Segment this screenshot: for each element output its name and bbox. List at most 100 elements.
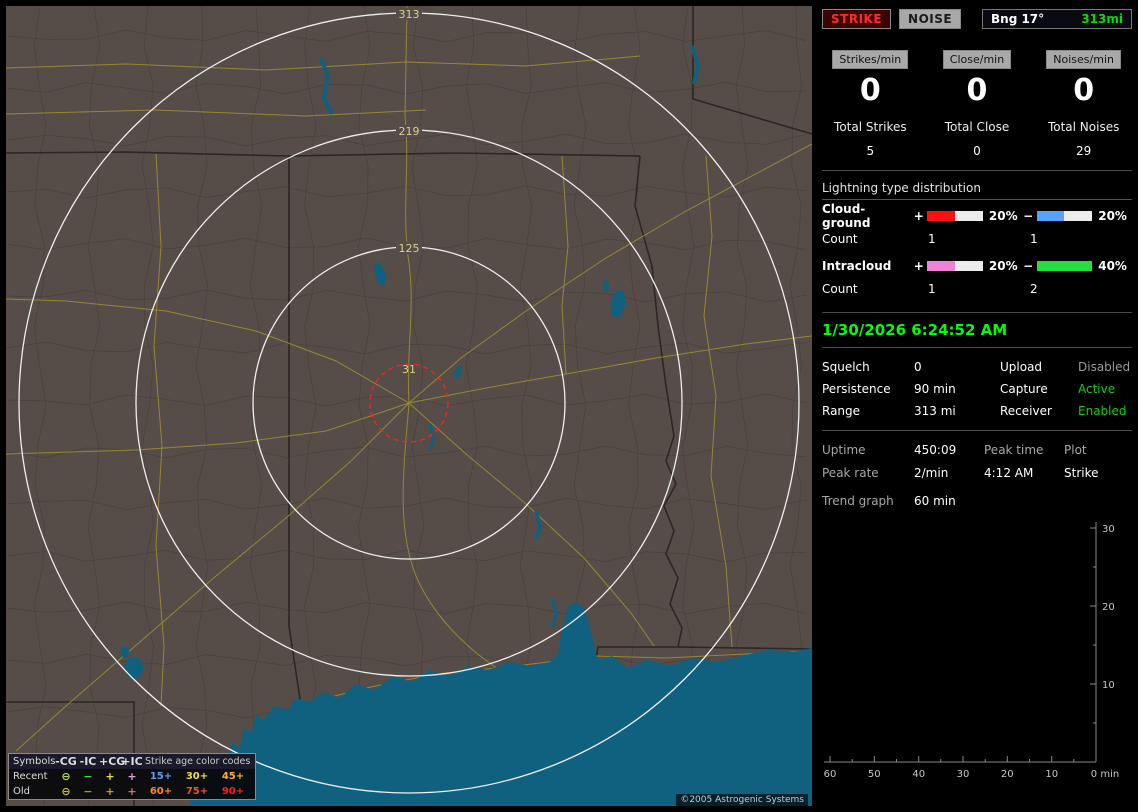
upload-status: Disabled	[1078, 360, 1131, 374]
noise-tab[interactable]: NOISE	[899, 9, 962, 29]
app-window: 313 219 125 31 Symbols -CG -IC +CG +IC S…	[0, 0, 1138, 812]
y-tick-20: 20	[1102, 602, 1115, 613]
recent-ncg-symbol: ⊖	[61, 770, 71, 783]
y-tick-30: 30	[1102, 524, 1115, 535]
ic-minus-bar-fill	[1036, 261, 1093, 271]
current-datetime: 1/30/2026 6:24:52 AM	[822, 321, 1008, 339]
age-code-75: 75+	[185, 786, 209, 797]
noises-per-min-header: Noises/min	[1046, 50, 1121, 69]
status-grid: Squelch 0 Upload Disabled Persistence 90…	[822, 360, 1132, 418]
cg-minus-bar	[1036, 211, 1093, 221]
noises-per-min-column: Noises/min 0 Total Noises 29	[1035, 50, 1132, 158]
control-panel: STRIKE NOISE Bng 17° 313mi Strikes/min 0…	[822, 8, 1132, 789]
distribution-title: Lightning type distribution	[822, 181, 1132, 200]
cg-plus-bar	[927, 211, 983, 221]
legend-recent-label: Recent	[13, 771, 48, 782]
cloud-ground-row: Cloud-ground + 20% − 20%	[822, 202, 1132, 230]
cg-plus-bar-fill	[927, 211, 956, 221]
age-code-60: 60+	[149, 786, 173, 797]
squelch-value: 0	[914, 360, 922, 374]
receiver-label: Receiver	[1000, 404, 1052, 418]
capture-status: Active	[1078, 382, 1116, 396]
cloud-ground-count-row: Count 1 1	[822, 228, 1132, 250]
capture-label: Capture	[1000, 382, 1048, 396]
recent-nic-symbol: −	[83, 770, 93, 783]
plot-label: Plot	[1064, 443, 1087, 457]
trend-graph-row: Trend graph 60 min	[822, 494, 1132, 508]
strikes-per-min-value: 0	[859, 73, 881, 108]
peak-time-value: 4:12 AM	[984, 466, 1034, 480]
upload-label: Upload	[1000, 360, 1043, 374]
y-tick-10: 10	[1102, 680, 1115, 691]
legend-col-pcg: +CG	[99, 755, 126, 768]
cg-minus-count: 1	[1030, 232, 1038, 246]
ring-label-31: 31	[402, 363, 416, 376]
separator	[822, 430, 1132, 431]
cg-plus-count: 1	[928, 232, 936, 246]
map-legend: Symbols -CG -IC +CG +IC Strike age color…	[8, 753, 256, 800]
recent-pcg-symbol: +	[105, 770, 115, 783]
peak-rate-label: Peak rate	[822, 466, 879, 480]
x-tick-10: 10	[1045, 769, 1058, 780]
range-setting-value: 313 mi	[914, 404, 956, 418]
strikes-per-min-column: Strikes/min 0 Total Strikes 5	[822, 50, 919, 158]
ring-label-313: 313	[399, 8, 420, 21]
lightning-map[interactable]: 313 219 125 31 Symbols -CG -IC +CG +IC S…	[6, 6, 812, 806]
cg-minus-percent: 20%	[1098, 209, 1127, 223]
old-nic-symbol: −	[83, 785, 93, 798]
age-code-45: 45+	[221, 771, 245, 782]
age-code-30: 30+	[185, 771, 209, 782]
recent-pic-symbol: +	[127, 770, 137, 783]
legend-symbols-header: Symbols	[13, 756, 56, 767]
squelch-label: Squelch	[822, 360, 870, 374]
peak-time-label: Peak time	[984, 443, 1044, 457]
ic-plus-percent: 20%	[988, 259, 1018, 273]
ring-label-125: 125	[399, 242, 420, 255]
plus-sign: +	[913, 259, 924, 273]
noises-per-min-value: 0	[1073, 73, 1095, 108]
total-close-label: Total Close	[944, 120, 1010, 134]
total-strikes-value: 5	[866, 144, 875, 158]
old-pic-symbol: +	[127, 785, 137, 798]
cg-minus-bar-fill	[1036, 211, 1065, 221]
x-tick-0min: 0 min	[1091, 769, 1119, 780]
old-pcg-symbol: +	[105, 785, 115, 798]
map-canvas: 313 219 125 31	[6, 6, 812, 806]
age-code-90: 90+	[221, 786, 245, 797]
strikes-per-min-header: Strikes/min	[832, 50, 909, 69]
bearing-value: Bng 17°	[991, 12, 1045, 26]
x-tick-40: 40	[912, 769, 925, 780]
ic-plus-count: 1	[928, 282, 936, 296]
ic-minus-bar	[1036, 261, 1093, 271]
cloud-ground-label: Cloud-ground	[822, 202, 871, 230]
close-per-min-value: 0	[966, 73, 988, 108]
range-label: Range	[822, 404, 861, 418]
peak-rate-value: 2/min	[914, 466, 949, 480]
x-tick-60: 60	[824, 769, 837, 780]
intracloud-row: Intracloud + 20% − 40%	[822, 254, 1132, 278]
intracloud-count-row: Count 1 2	[822, 278, 1132, 300]
ring-label-219: 219	[399, 125, 420, 138]
cg-count-label: Count	[822, 232, 858, 246]
plot-value: Strike	[1064, 466, 1099, 480]
close-per-min-column: Close/min 0 Total Close 0	[929, 50, 1026, 158]
legend-age-title: Strike age color codes	[145, 756, 251, 767]
legend-header-row: Symbols -CG -IC +CG +IC Strike age color…	[9, 754, 255, 769]
close-per-min-header: Close/min	[942, 50, 1012, 69]
x-tick-50: 50	[868, 769, 881, 780]
minus-sign: −	[1023, 209, 1034, 223]
receiver-status: Enabled	[1078, 404, 1127, 418]
persistence-label: Persistence	[822, 382, 891, 396]
total-noises-value: 29	[1076, 144, 1092, 158]
separator	[822, 347, 1132, 348]
legend-old-row: Old ⊖ − + + 60+ 75+ 90+	[9, 784, 255, 799]
strike-tab[interactable]: STRIKE	[822, 9, 892, 29]
total-strikes-label: Total Strikes	[834, 120, 907, 134]
plus-sign: +	[913, 209, 924, 223]
uptime-value: 450:09	[914, 443, 957, 457]
rates-grid: Strikes/min 0 Total Strikes 5 Close/min …	[822, 50, 1132, 158]
age-code-15: 15+	[149, 771, 173, 782]
persistence-value: 90 min	[914, 382, 956, 396]
legend-col-pic: +IC	[121, 755, 143, 768]
separator	[822, 170, 1132, 171]
